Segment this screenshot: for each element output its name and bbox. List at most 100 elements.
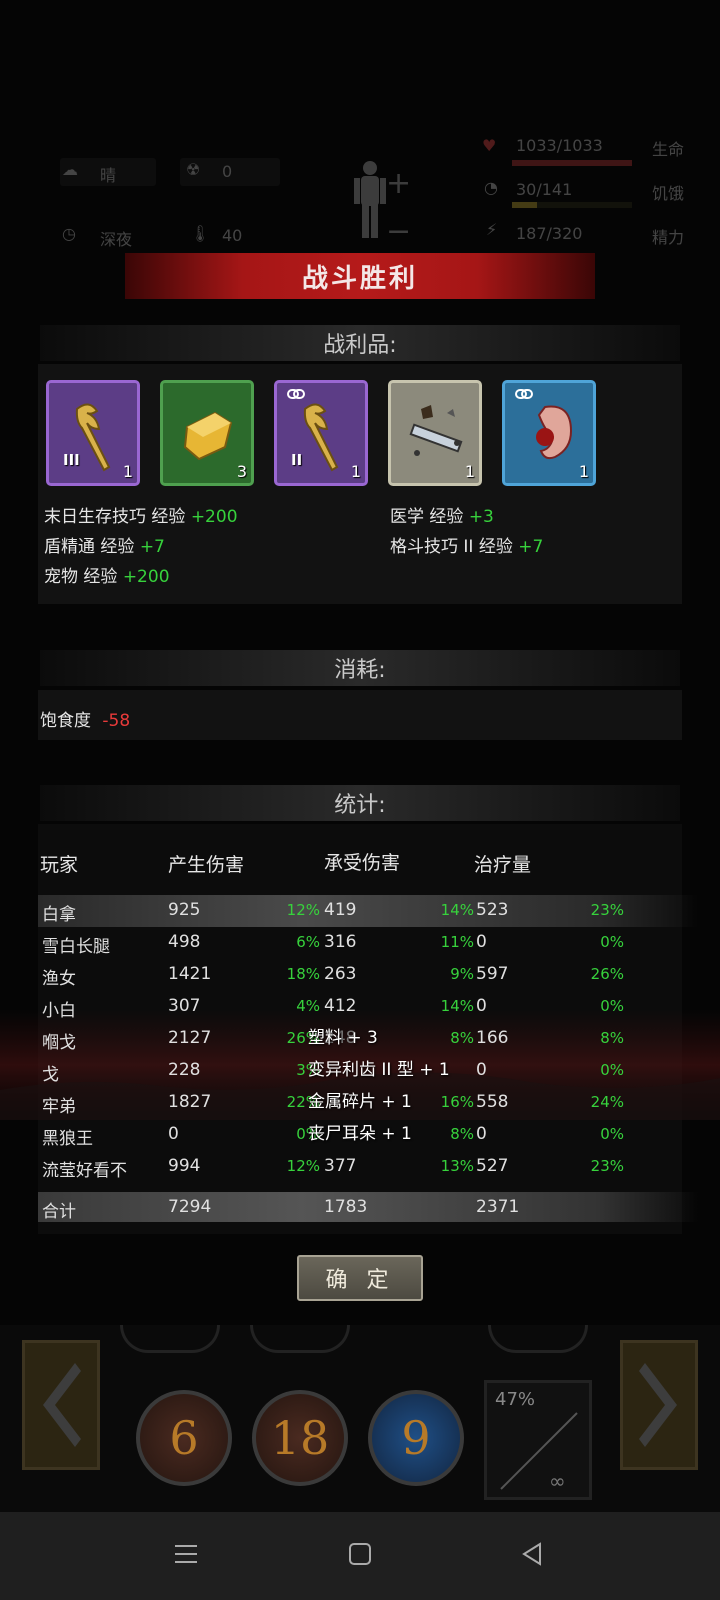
healing: 0 bbox=[476, 1124, 487, 1144]
healing: 0 bbox=[476, 932, 487, 952]
banner-title: 战斗胜利 bbox=[301, 263, 418, 294]
consumption-name: 饱食度 bbox=[40, 711, 91, 731]
xp-gain: +3 bbox=[468, 507, 494, 527]
loot-count: 1 bbox=[464, 462, 475, 481]
player-name: 流莹好看不 bbox=[42, 1161, 127, 1181]
loot-slot-3[interactable]: II 1 bbox=[274, 380, 368, 486]
table-row: 渔女 1421 18% 263 9% 597 26% bbox=[38, 959, 698, 991]
health-bar-fill bbox=[512, 160, 632, 166]
damage-dealt-pct: 4% bbox=[296, 997, 320, 1015]
hunger-value: 30/141 bbox=[516, 180, 573, 199]
loot-slot-5[interactable]: 1 bbox=[502, 380, 596, 486]
col-damage-dealt: 产生伤害 bbox=[168, 854, 245, 876]
xp-line: 末日生存技巧 经验 +200 bbox=[44, 502, 238, 527]
total-label: 合计 bbox=[42, 1202, 76, 1222]
loot-heading: 战利品: bbox=[40, 325, 680, 361]
link-icon bbox=[515, 389, 533, 399]
back-icon[interactable] bbox=[518, 1540, 546, 1568]
player-name: 小白 bbox=[42, 1001, 76, 1021]
radiation-value: 0 bbox=[222, 162, 233, 181]
damage-dealt: 925 bbox=[168, 900, 201, 920]
xp-gain: +200 bbox=[190, 507, 238, 527]
minus-icon: − bbox=[386, 214, 412, 249]
stomach-icon: ◔ bbox=[484, 178, 498, 197]
body-status-icon bbox=[354, 161, 386, 238]
loot-slot-4[interactable]: 1 bbox=[388, 380, 482, 486]
col-healing: 治疗量 bbox=[474, 854, 532, 876]
confirm-button[interactable]: 确 定 bbox=[297, 1255, 423, 1301]
damage-dealt: 994 bbox=[168, 1156, 201, 1176]
skill-button-2[interactable]: 18 bbox=[252, 1390, 348, 1486]
damage-taken: 419 bbox=[324, 900, 357, 920]
consumption-heading-text: 消耗: bbox=[334, 658, 386, 683]
damage-dealt-pct: 12% bbox=[286, 1157, 320, 1175]
hunger-label: 饥饿 bbox=[652, 184, 685, 203]
xp-line: 宠物 经验 +200 bbox=[44, 562, 170, 587]
ammo-slot[interactable]: 47% ∞ bbox=[484, 1380, 592, 1500]
consumption-heading: 消耗: bbox=[40, 650, 680, 686]
skill-cooldown: 6 bbox=[169, 1411, 199, 1465]
home-icon[interactable] bbox=[346, 1540, 374, 1568]
energy-label: 精力 bbox=[652, 228, 685, 247]
stats-heading: 统计: bbox=[40, 785, 680, 821]
skill-button-1[interactable]: 6 bbox=[136, 1390, 232, 1486]
damage-dealt: 498 bbox=[168, 932, 201, 952]
loot-count: 3 bbox=[236, 462, 247, 481]
damage-dealt-pct: 18% bbox=[286, 965, 320, 983]
health-value: 1033/1033 bbox=[516, 136, 603, 155]
consumption-panel bbox=[38, 690, 682, 740]
prev-page-button[interactable] bbox=[22, 1340, 100, 1470]
healing-pct: 0% bbox=[600, 1061, 624, 1079]
damage-dealt: 2127 bbox=[168, 1028, 212, 1048]
player-name: 渔女 bbox=[42, 969, 76, 989]
skill-button-3[interactable]: 9 bbox=[368, 1390, 464, 1486]
table-row: 流莹好看不 994 12% 377 13% 527 23% bbox=[38, 1151, 698, 1183]
menu-icon[interactable] bbox=[172, 1540, 200, 1568]
damage-taken-pct: 13% bbox=[440, 1157, 474, 1175]
system-nav-bar bbox=[0, 1512, 720, 1600]
damage-taken-pct: 14% bbox=[440, 901, 474, 919]
healing-pct: 8% bbox=[600, 1029, 624, 1047]
next-page-button[interactable] bbox=[620, 1340, 698, 1470]
damage-taken: 263 bbox=[324, 964, 357, 984]
chevron-right-icon bbox=[639, 1363, 677, 1447]
healing: 527 bbox=[476, 1156, 509, 1176]
player-name: 黑狼王 bbox=[42, 1129, 93, 1149]
player-name: 嗰戈 bbox=[42, 1033, 76, 1053]
empty-slot-icon bbox=[500, 1412, 578, 1490]
clock-icon: ◷ bbox=[62, 224, 76, 243]
xp-skill: 宠物 经验 bbox=[44, 567, 118, 587]
healing-pct: 24% bbox=[590, 1093, 624, 1111]
healing: 166 bbox=[476, 1028, 509, 1048]
skill-cooldown: 9 bbox=[401, 1411, 431, 1465]
loot-count: 1 bbox=[122, 462, 133, 481]
loot-heading-text: 战利品: bbox=[323, 333, 397, 358]
pickup-toast: 塑料 + 3 bbox=[308, 1028, 378, 1048]
xp-line: 格斗技巧 II 经验 +7 bbox=[390, 532, 543, 557]
damage-dealt: 1827 bbox=[168, 1092, 212, 1112]
total-row: 合计 7294 1783 2371 bbox=[38, 1192, 698, 1222]
xp-gain: +200 bbox=[122, 567, 170, 587]
healing-pct: 26% bbox=[590, 965, 624, 983]
pickup-toast: 丧尸耳朵 + 1 bbox=[308, 1124, 412, 1144]
skill-bar bbox=[0, 1325, 720, 1512]
consumption-item: 饱食度 -58 bbox=[40, 706, 130, 731]
healing-pct: 23% bbox=[590, 901, 624, 919]
damage-taken-pct: 11% bbox=[440, 933, 474, 951]
col-damage-taken: 承受伤害 bbox=[324, 852, 401, 874]
weather-label: 晴 bbox=[100, 166, 117, 185]
pickup-toast: 金属碎片 + 1 bbox=[308, 1092, 412, 1112]
damage-dealt: 228 bbox=[168, 1060, 201, 1080]
consumption-delta: -58 bbox=[102, 711, 131, 731]
healing: 523 bbox=[476, 900, 509, 920]
total-healing: 2371 bbox=[476, 1197, 520, 1217]
loot-slot-2[interactable]: 3 bbox=[160, 380, 254, 486]
energy-value: 187/320 bbox=[516, 224, 583, 243]
damage-dealt: 1421 bbox=[168, 964, 212, 984]
skill-slot-top bbox=[250, 1325, 350, 1353]
healing-pct: 0% bbox=[600, 1125, 624, 1143]
loot-tier: III bbox=[63, 451, 80, 469]
loot-slot-1[interactable]: III 1 bbox=[46, 380, 140, 486]
healing: 0 bbox=[476, 1060, 487, 1080]
damage-taken-pct: 9% bbox=[450, 965, 474, 983]
